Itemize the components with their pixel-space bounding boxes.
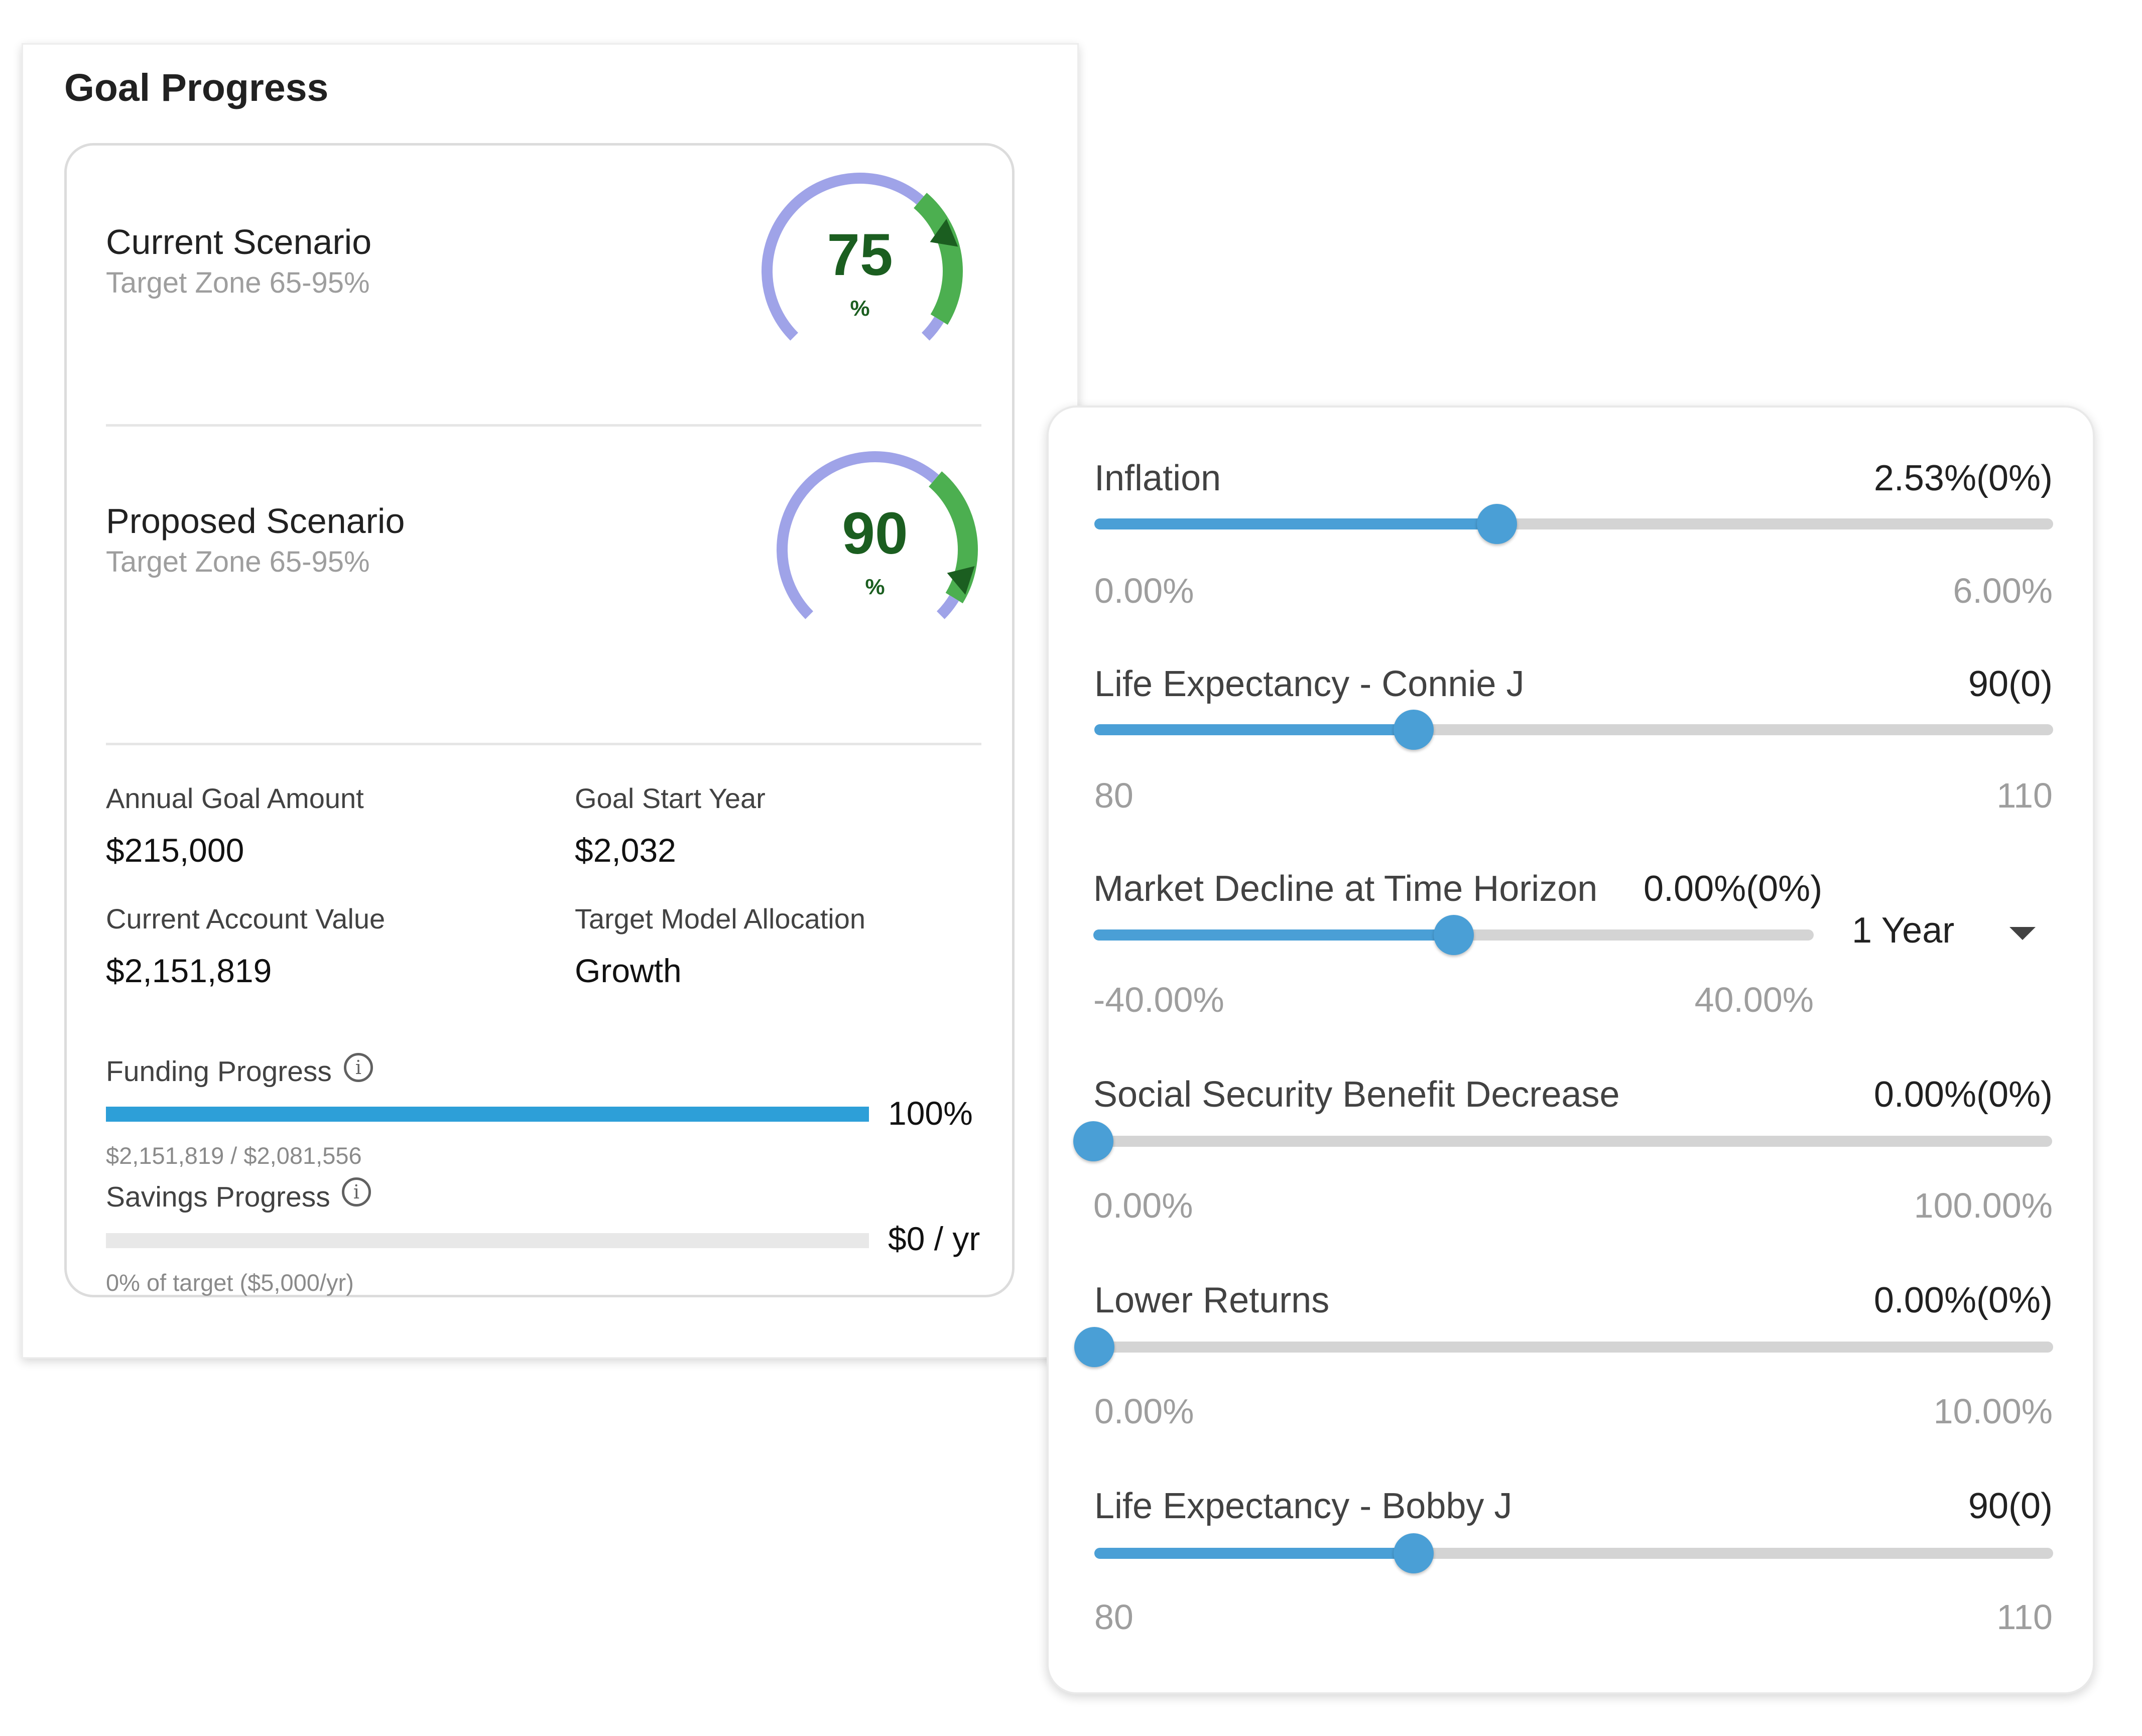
slider-max-life-expectancy-connie: 110 <box>1996 776 2053 815</box>
slider-life-expectancy-bobby[interactable] <box>1094 1533 2053 1573</box>
annual-goal-amount-label: Annual Goal Amount <box>106 782 364 814</box>
slider-min-social-security-decrease: 0.00% <box>1093 1186 1193 1225</box>
current-scenario-percent-sign: % <box>850 296 870 321</box>
target-model-allocation-label: Target Model Allocation <box>575 903 866 934</box>
slider-social-security-decrease[interactable] <box>1073 1121 2052 1161</box>
slider-thumb[interactable] <box>1394 1533 1434 1573</box>
info-glyph: i <box>353 1181 360 1203</box>
slider-fill <box>1093 929 1454 941</box>
info-glyph: i <box>355 1056 362 1079</box>
current-scenario-gauge: 75 % <box>749 166 970 376</box>
slider-max-social-security-decrease: 100.00% <box>1914 1186 2053 1225</box>
slider-label-inflation: Inflation <box>1094 458 1221 498</box>
savings-progress-label: Savings Progress <box>106 1181 330 1213</box>
funding-progress-label: Funding Progress <box>106 1055 332 1088</box>
current-scenario-value: 75 <box>827 222 893 288</box>
slider-life-expectancy-connie[interactable] <box>1094 710 2053 750</box>
current-account-value-value: $2,151,819 <box>106 952 272 989</box>
gauge-track <box>936 595 959 619</box>
target-model-allocation-value: Growth <box>575 952 682 989</box>
slider-min-life-expectancy-connie: 80 <box>1094 776 1133 815</box>
slider-value-social-security-decrease: 0.00%(0%) <box>1873 1075 2053 1115</box>
time-horizon-select-value: 1 Year <box>1852 910 1955 951</box>
funding-progress-info-icon[interactable]: i <box>344 1053 373 1082</box>
proposed-scenario-target-zone: Target Zone 65-95% <box>106 546 370 578</box>
gauge-track <box>921 316 944 341</box>
time-horizon-select[interactable]: 1 Year <box>1852 907 2053 962</box>
slider-inflation[interactable] <box>1094 504 2053 544</box>
proposed-scenario-percent-sign: % <box>865 575 885 599</box>
savings-progress-value: $0 / yr <box>888 1220 980 1257</box>
goal-start-year-value: $2,032 <box>575 832 676 869</box>
slider-min-market-decline: -40.00% <box>1093 980 1224 1019</box>
divider <box>106 743 981 745</box>
funding-progress-value: 100% <box>888 1095 973 1132</box>
proposed-scenario-gauge: 90 % <box>765 444 985 655</box>
slider-max-life-expectancy-bobby: 110 <box>1996 1597 2053 1637</box>
slider-max-lower-returns: 10.00% <box>1933 1392 2053 1431</box>
slider-label-life-expectancy-connie: Life Expectancy - Connie J <box>1094 664 1525 704</box>
savings-progress-bar <box>106 1233 869 1248</box>
goal-start-year-label: Goal Start Year <box>575 782 766 814</box>
slider-thumb[interactable] <box>1433 915 1474 955</box>
goal-progress-card: Goal Progress Current Scenario Target Zo… <box>22 43 1079 1359</box>
funding-progress-bar-fill <box>106 1107 869 1122</box>
chevron-down-icon <box>2009 927 2036 940</box>
slider-thumb[interactable] <box>1477 504 1518 544</box>
savings-progress-info-icon[interactable]: i <box>342 1177 371 1207</box>
slider-market-decline[interactable] <box>1093 915 1814 955</box>
slider-label-life-expectancy-bobby: Life Expectancy - Bobby J <box>1094 1486 1513 1526</box>
slider-label-social-security-decrease: Social Security Benefit Decrease <box>1093 1075 1620 1115</box>
current-scenario-title: Current Scenario <box>106 222 372 261</box>
slider-value-inflation: 2.53%(0%) <box>1873 458 2053 498</box>
slider-fill <box>1094 518 1497 529</box>
funding-progress-bar <box>106 1107 869 1122</box>
slider-thumb[interactable] <box>1074 1327 1114 1367</box>
slider-min-inflation: 0.00% <box>1094 571 1194 610</box>
slider-label-market-decline: Market Decline at Time Horizon <box>1093 869 1598 909</box>
proposed-scenario-value: 90 <box>842 500 908 567</box>
slider-value-life-expectancy-bobby: 90(0) <box>1968 1486 2053 1526</box>
slider-lower-returns[interactable] <box>1074 1327 2053 1367</box>
divider <box>106 424 981 427</box>
slider-min-life-expectancy-bobby: 80 <box>1094 1597 1133 1637</box>
slider-value-life-expectancy-connie: 90(0) <box>1968 664 2053 704</box>
goal-progress-title: Goal Progress <box>64 66 329 109</box>
assumptions-card: Inflation 2.53%(0%) 0.00% 6.00% Life Exp… <box>1047 406 2095 1694</box>
slider-max-inflation: 6.00% <box>1953 571 2053 610</box>
slider-thumb[interactable] <box>1394 710 1434 750</box>
current-account-value-label: Current Account Value <box>106 903 386 934</box>
slider-value-market-decline: 0.00%(0%) <box>1644 869 1823 909</box>
goal-progress-panel: Current Scenario Target Zone 65-95% 75 %… <box>64 143 1015 1297</box>
slider-fill <box>1094 1548 1414 1559</box>
slider-min-lower-returns: 0.00% <box>1094 1392 1194 1431</box>
slider-fill <box>1094 724 1414 735</box>
proposed-scenario-title: Proposed Scenario <box>106 501 405 541</box>
slider-thumb[interactable] <box>1073 1121 1113 1161</box>
savings-progress-detail: 0% of target ($5,000/yr) <box>106 1269 354 1296</box>
slider-max-market-decline: 40.00% <box>1694 980 1814 1019</box>
annual-goal-amount-value: $215,000 <box>106 832 244 869</box>
slider-value-lower-returns: 0.00%(0%) <box>1873 1280 2053 1320</box>
slider-label-lower-returns: Lower Returns <box>1094 1280 1330 1320</box>
current-scenario-target-zone: Target Zone 65-95% <box>106 266 370 299</box>
funding-progress-detail: $2,151,819 / $2,081,556 <box>106 1142 362 1169</box>
